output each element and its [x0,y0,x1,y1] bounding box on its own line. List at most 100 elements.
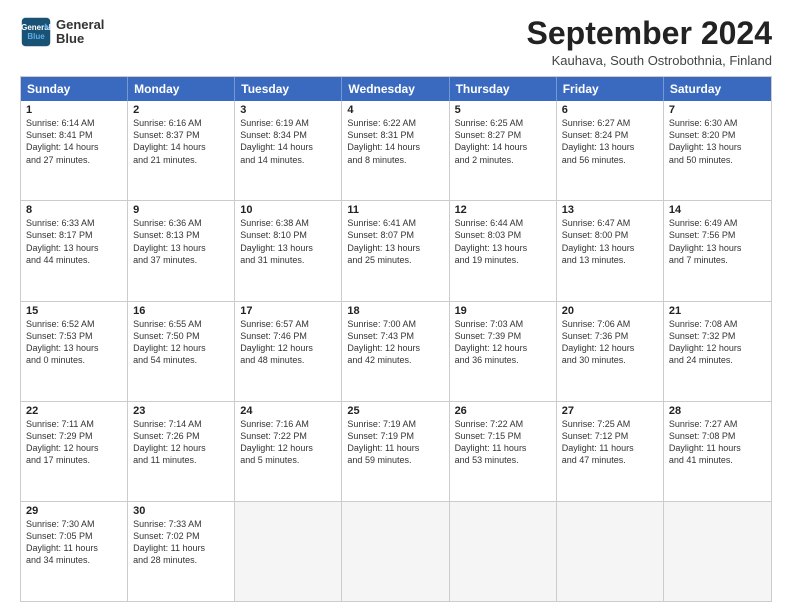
calendar-row-1: 8Sunrise: 6:33 AMSunset: 8:17 PMDaylight… [21,201,771,301]
day-cell-25: 25Sunrise: 7:19 AMSunset: 7:19 PMDayligh… [342,402,449,501]
day-number: 1 [26,104,122,116]
day-info: Sunrise: 7:27 AMSunset: 7:08 PMDaylight:… [669,418,766,467]
logo: General Blue General Blue [20,16,104,48]
day-number: 20 [562,305,658,317]
empty-cell [235,502,342,601]
day-header-thursday: Thursday [450,77,557,101]
day-header-saturday: Saturday [664,77,771,101]
day-cell-16: 16Sunrise: 6:55 AMSunset: 7:50 PMDayligh… [128,302,235,401]
day-cell-22: 22Sunrise: 7:11 AMSunset: 7:29 PMDayligh… [21,402,128,501]
day-cell-6: 6Sunrise: 6:27 AMSunset: 8:24 PMDaylight… [557,101,664,200]
day-info: Sunrise: 6:19 AMSunset: 8:34 PMDaylight:… [240,117,336,166]
day-number: 28 [669,405,766,417]
day-cell-14: 14Sunrise: 6:49 AMSunset: 7:56 PMDayligh… [664,201,771,300]
day-cell-1: 1Sunrise: 6:14 AMSunset: 8:41 PMDaylight… [21,101,128,200]
day-number: 16 [133,305,229,317]
day-info: Sunrise: 7:30 AMSunset: 7:05 PMDaylight:… [26,518,122,567]
calendar-page: General Blue General Blue September 2024… [0,0,792,612]
day-cell-20: 20Sunrise: 7:06 AMSunset: 7:36 PMDayligh… [557,302,664,401]
empty-cell [450,502,557,601]
calendar-row-2: 15Sunrise: 6:52 AMSunset: 7:53 PMDayligh… [21,302,771,402]
day-cell-18: 18Sunrise: 7:00 AMSunset: 7:43 PMDayligh… [342,302,449,401]
empty-cell [557,502,664,601]
page-header: General Blue General Blue September 2024… [20,16,772,68]
day-number: 27 [562,405,658,417]
day-info: Sunrise: 7:00 AMSunset: 7:43 PMDaylight:… [347,318,443,367]
day-number: 8 [26,204,122,216]
logo-text: General Blue [56,18,104,47]
day-cell-10: 10Sunrise: 6:38 AMSunset: 8:10 PMDayligh… [235,201,342,300]
day-info: Sunrise: 7:06 AMSunset: 7:36 PMDaylight:… [562,318,658,367]
day-info: Sunrise: 6:49 AMSunset: 7:56 PMDaylight:… [669,217,766,266]
day-cell-21: 21Sunrise: 7:08 AMSunset: 7:32 PMDayligh… [664,302,771,401]
day-info: Sunrise: 6:14 AMSunset: 8:41 PMDaylight:… [26,117,122,166]
day-cell-13: 13Sunrise: 6:47 AMSunset: 8:00 PMDayligh… [557,201,664,300]
day-cell-27: 27Sunrise: 7:25 AMSunset: 7:12 PMDayligh… [557,402,664,501]
day-number: 18 [347,305,443,317]
day-info: Sunrise: 7:22 AMSunset: 7:15 PMDaylight:… [455,418,551,467]
day-cell-24: 24Sunrise: 7:16 AMSunset: 7:22 PMDayligh… [235,402,342,501]
day-number: 19 [455,305,551,317]
day-info: Sunrise: 6:47 AMSunset: 8:00 PMDaylight:… [562,217,658,266]
location: Kauhava, South Ostrobothnia, Finland [527,53,772,68]
day-info: Sunrise: 7:16 AMSunset: 7:22 PMDaylight:… [240,418,336,467]
day-info: Sunrise: 6:41 AMSunset: 8:07 PMDaylight:… [347,217,443,266]
day-number: 23 [133,405,229,417]
day-info: Sunrise: 7:08 AMSunset: 7:32 PMDaylight:… [669,318,766,367]
day-info: Sunrise: 6:36 AMSunset: 8:13 PMDaylight:… [133,217,229,266]
day-cell-2: 2Sunrise: 6:16 AMSunset: 8:37 PMDaylight… [128,101,235,200]
empty-cell [342,502,449,601]
day-info: Sunrise: 7:11 AMSunset: 7:29 PMDaylight:… [26,418,122,467]
day-info: Sunrise: 6:30 AMSunset: 8:20 PMDaylight:… [669,117,766,166]
day-number: 29 [26,505,122,517]
calendar-row-4: 29Sunrise: 7:30 AMSunset: 7:05 PMDayligh… [21,502,771,601]
day-info: Sunrise: 7:33 AMSunset: 7:02 PMDaylight:… [133,518,229,567]
day-info: Sunrise: 7:25 AMSunset: 7:12 PMDaylight:… [562,418,658,467]
day-cell-17: 17Sunrise: 6:57 AMSunset: 7:46 PMDayligh… [235,302,342,401]
day-info: Sunrise: 6:38 AMSunset: 8:10 PMDaylight:… [240,217,336,266]
day-header-monday: Monday [128,77,235,101]
day-cell-30: 30Sunrise: 7:33 AMSunset: 7:02 PMDayligh… [128,502,235,601]
day-number: 12 [455,204,551,216]
day-cell-28: 28Sunrise: 7:27 AMSunset: 7:08 PMDayligh… [664,402,771,501]
day-info: Sunrise: 7:19 AMSunset: 7:19 PMDaylight:… [347,418,443,467]
day-number: 2 [133,104,229,116]
day-number: 25 [347,405,443,417]
day-cell-9: 9Sunrise: 6:36 AMSunset: 8:13 PMDaylight… [128,201,235,300]
day-cell-8: 8Sunrise: 6:33 AMSunset: 8:17 PMDaylight… [21,201,128,300]
day-info: Sunrise: 6:55 AMSunset: 7:50 PMDaylight:… [133,318,229,367]
day-number: 5 [455,104,551,116]
calendar-row-0: 1Sunrise: 6:14 AMSunset: 8:41 PMDaylight… [21,101,771,201]
empty-cell [664,502,771,601]
svg-text:Blue: Blue [27,32,45,41]
calendar-row-3: 22Sunrise: 7:11 AMSunset: 7:29 PMDayligh… [21,402,771,502]
logo-icon: General Blue [20,16,52,48]
calendar-body: 1Sunrise: 6:14 AMSunset: 8:41 PMDaylight… [21,101,771,601]
title-block: September 2024 Kauhava, South Ostrobothn… [527,16,772,68]
day-info: Sunrise: 7:03 AMSunset: 7:39 PMDaylight:… [455,318,551,367]
day-info: Sunrise: 6:44 AMSunset: 8:03 PMDaylight:… [455,217,551,266]
day-number: 6 [562,104,658,116]
day-info: Sunrise: 6:25 AMSunset: 8:27 PMDaylight:… [455,117,551,166]
day-number: 3 [240,104,336,116]
day-cell-4: 4Sunrise: 6:22 AMSunset: 8:31 PMDaylight… [342,101,449,200]
month-title: September 2024 [527,16,772,51]
day-info: Sunrise: 6:52 AMSunset: 7:53 PMDaylight:… [26,318,122,367]
day-cell-19: 19Sunrise: 7:03 AMSunset: 7:39 PMDayligh… [450,302,557,401]
day-cell-26: 26Sunrise: 7:22 AMSunset: 7:15 PMDayligh… [450,402,557,501]
day-info: Sunrise: 6:33 AMSunset: 8:17 PMDaylight:… [26,217,122,266]
day-header-sunday: Sunday [21,77,128,101]
day-cell-11: 11Sunrise: 6:41 AMSunset: 8:07 PMDayligh… [342,201,449,300]
day-info: Sunrise: 7:14 AMSunset: 7:26 PMDaylight:… [133,418,229,467]
day-number: 24 [240,405,336,417]
day-number: 4 [347,104,443,116]
day-cell-23: 23Sunrise: 7:14 AMSunset: 7:26 PMDayligh… [128,402,235,501]
day-number: 22 [26,405,122,417]
day-cell-3: 3Sunrise: 6:19 AMSunset: 8:34 PMDaylight… [235,101,342,200]
day-number: 10 [240,204,336,216]
day-header-tuesday: Tuesday [235,77,342,101]
day-cell-15: 15Sunrise: 6:52 AMSunset: 7:53 PMDayligh… [21,302,128,401]
calendar: SundayMondayTuesdayWednesdayThursdayFrid… [20,76,772,602]
day-header-friday: Friday [557,77,664,101]
day-number: 26 [455,405,551,417]
